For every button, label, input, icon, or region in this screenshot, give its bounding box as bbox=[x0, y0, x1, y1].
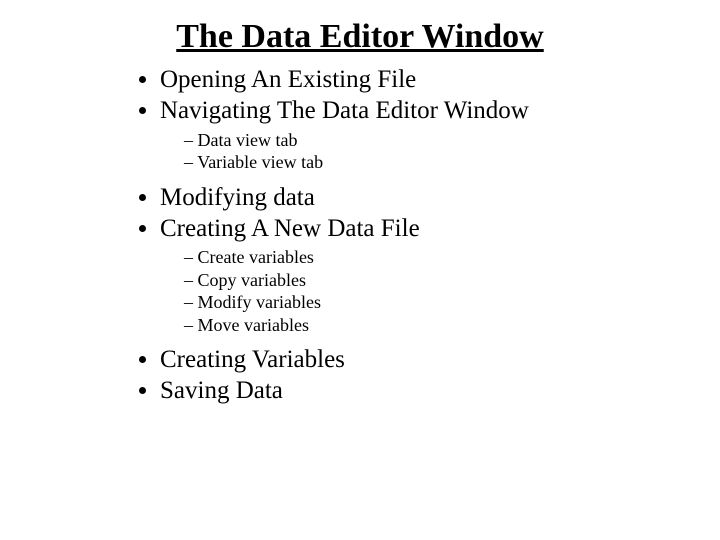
sub-list: Create variables Copy variables Modify v… bbox=[160, 246, 680, 336]
bullet-text: Move variables bbox=[198, 315, 309, 335]
list-item: Navigating The Data Editor Window Data v… bbox=[160, 95, 680, 173]
bullet-text: Navigating The Data Editor Window bbox=[160, 97, 529, 124]
list-item: Creating Variables bbox=[160, 344, 680, 375]
slide-title: The Data Editor Window bbox=[0, 18, 720, 56]
list-item: Opening An Existing File bbox=[160, 64, 680, 95]
slide: The Data Editor Window Opening An Existi… bbox=[0, 18, 720, 540]
list-item: Variable view tab bbox=[184, 151, 680, 174]
list-item: Saving Data bbox=[160, 375, 680, 406]
bullet-text: Creating A New Data File bbox=[160, 215, 420, 242]
bullet-text: Data view tab bbox=[198, 130, 298, 150]
list-item: Data view tab bbox=[184, 129, 680, 152]
list-item: Creating A New Data File Create variable… bbox=[160, 213, 680, 336]
bullet-text: Create variables bbox=[198, 247, 314, 267]
list-item: Copy variables bbox=[184, 269, 680, 292]
bullet-text: Variable view tab bbox=[197, 152, 323, 172]
bullet-text: Modify variables bbox=[198, 292, 321, 312]
list-item: Move variables bbox=[184, 314, 680, 337]
bullet-text: Saving Data bbox=[160, 377, 283, 404]
list-item: Modifying data bbox=[160, 182, 680, 213]
bullet-text: Modifying data bbox=[160, 184, 315, 211]
bullet-text: Copy variables bbox=[198, 270, 306, 290]
sub-list: Data view tab Variable view tab bbox=[160, 129, 680, 174]
slide-content: Opening An Existing File Navigating The … bbox=[140, 64, 680, 407]
bullet-list: Opening An Existing File Navigating The … bbox=[140, 64, 680, 407]
bullet-text: Opening An Existing File bbox=[160, 66, 416, 93]
bullet-text: Creating Variables bbox=[160, 346, 345, 373]
list-item: Create variables bbox=[184, 246, 680, 269]
list-item: Modify variables bbox=[184, 291, 680, 314]
